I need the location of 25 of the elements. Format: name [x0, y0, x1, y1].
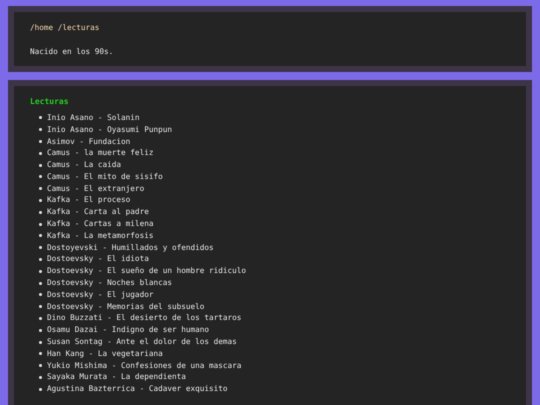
- bullet-icon: [39, 152, 42, 155]
- section-title: Lecturas: [30, 96, 70, 108]
- bullet-icon: [39, 140, 42, 143]
- bullet-icon: [39, 328, 42, 332]
- bullet-icon: [39, 364, 42, 368]
- bullet-icon: [39, 316, 42, 320]
- bullet-icon: [39, 305, 42, 308]
- bullet-icon: [39, 246, 42, 250]
- bullet-icon: [39, 388, 42, 391]
- bullet-icon: [39, 198, 42, 202]
- bullet-icon: [39, 222, 42, 226]
- bullet-icon: [39, 270, 42, 273]
- bullet-icon: [39, 116, 42, 120]
- bullet-icon: [39, 282, 42, 285]
- bullet-icon: [39, 352, 42, 356]
- bullet-icon: [39, 175, 42, 178]
- bullet-icon: [39, 234, 42, 238]
- bullet-icon: [39, 164, 42, 167]
- bullet-icon: [39, 187, 42, 190]
- bullet-icon: [39, 340, 42, 344]
- bullet-icon: [39, 210, 42, 214]
- bullet-icon: [39, 258, 42, 261]
- bullet-icon: [39, 293, 42, 296]
- bullet-icon: [39, 376, 42, 379]
- bullet-icon: [39, 128, 42, 132]
